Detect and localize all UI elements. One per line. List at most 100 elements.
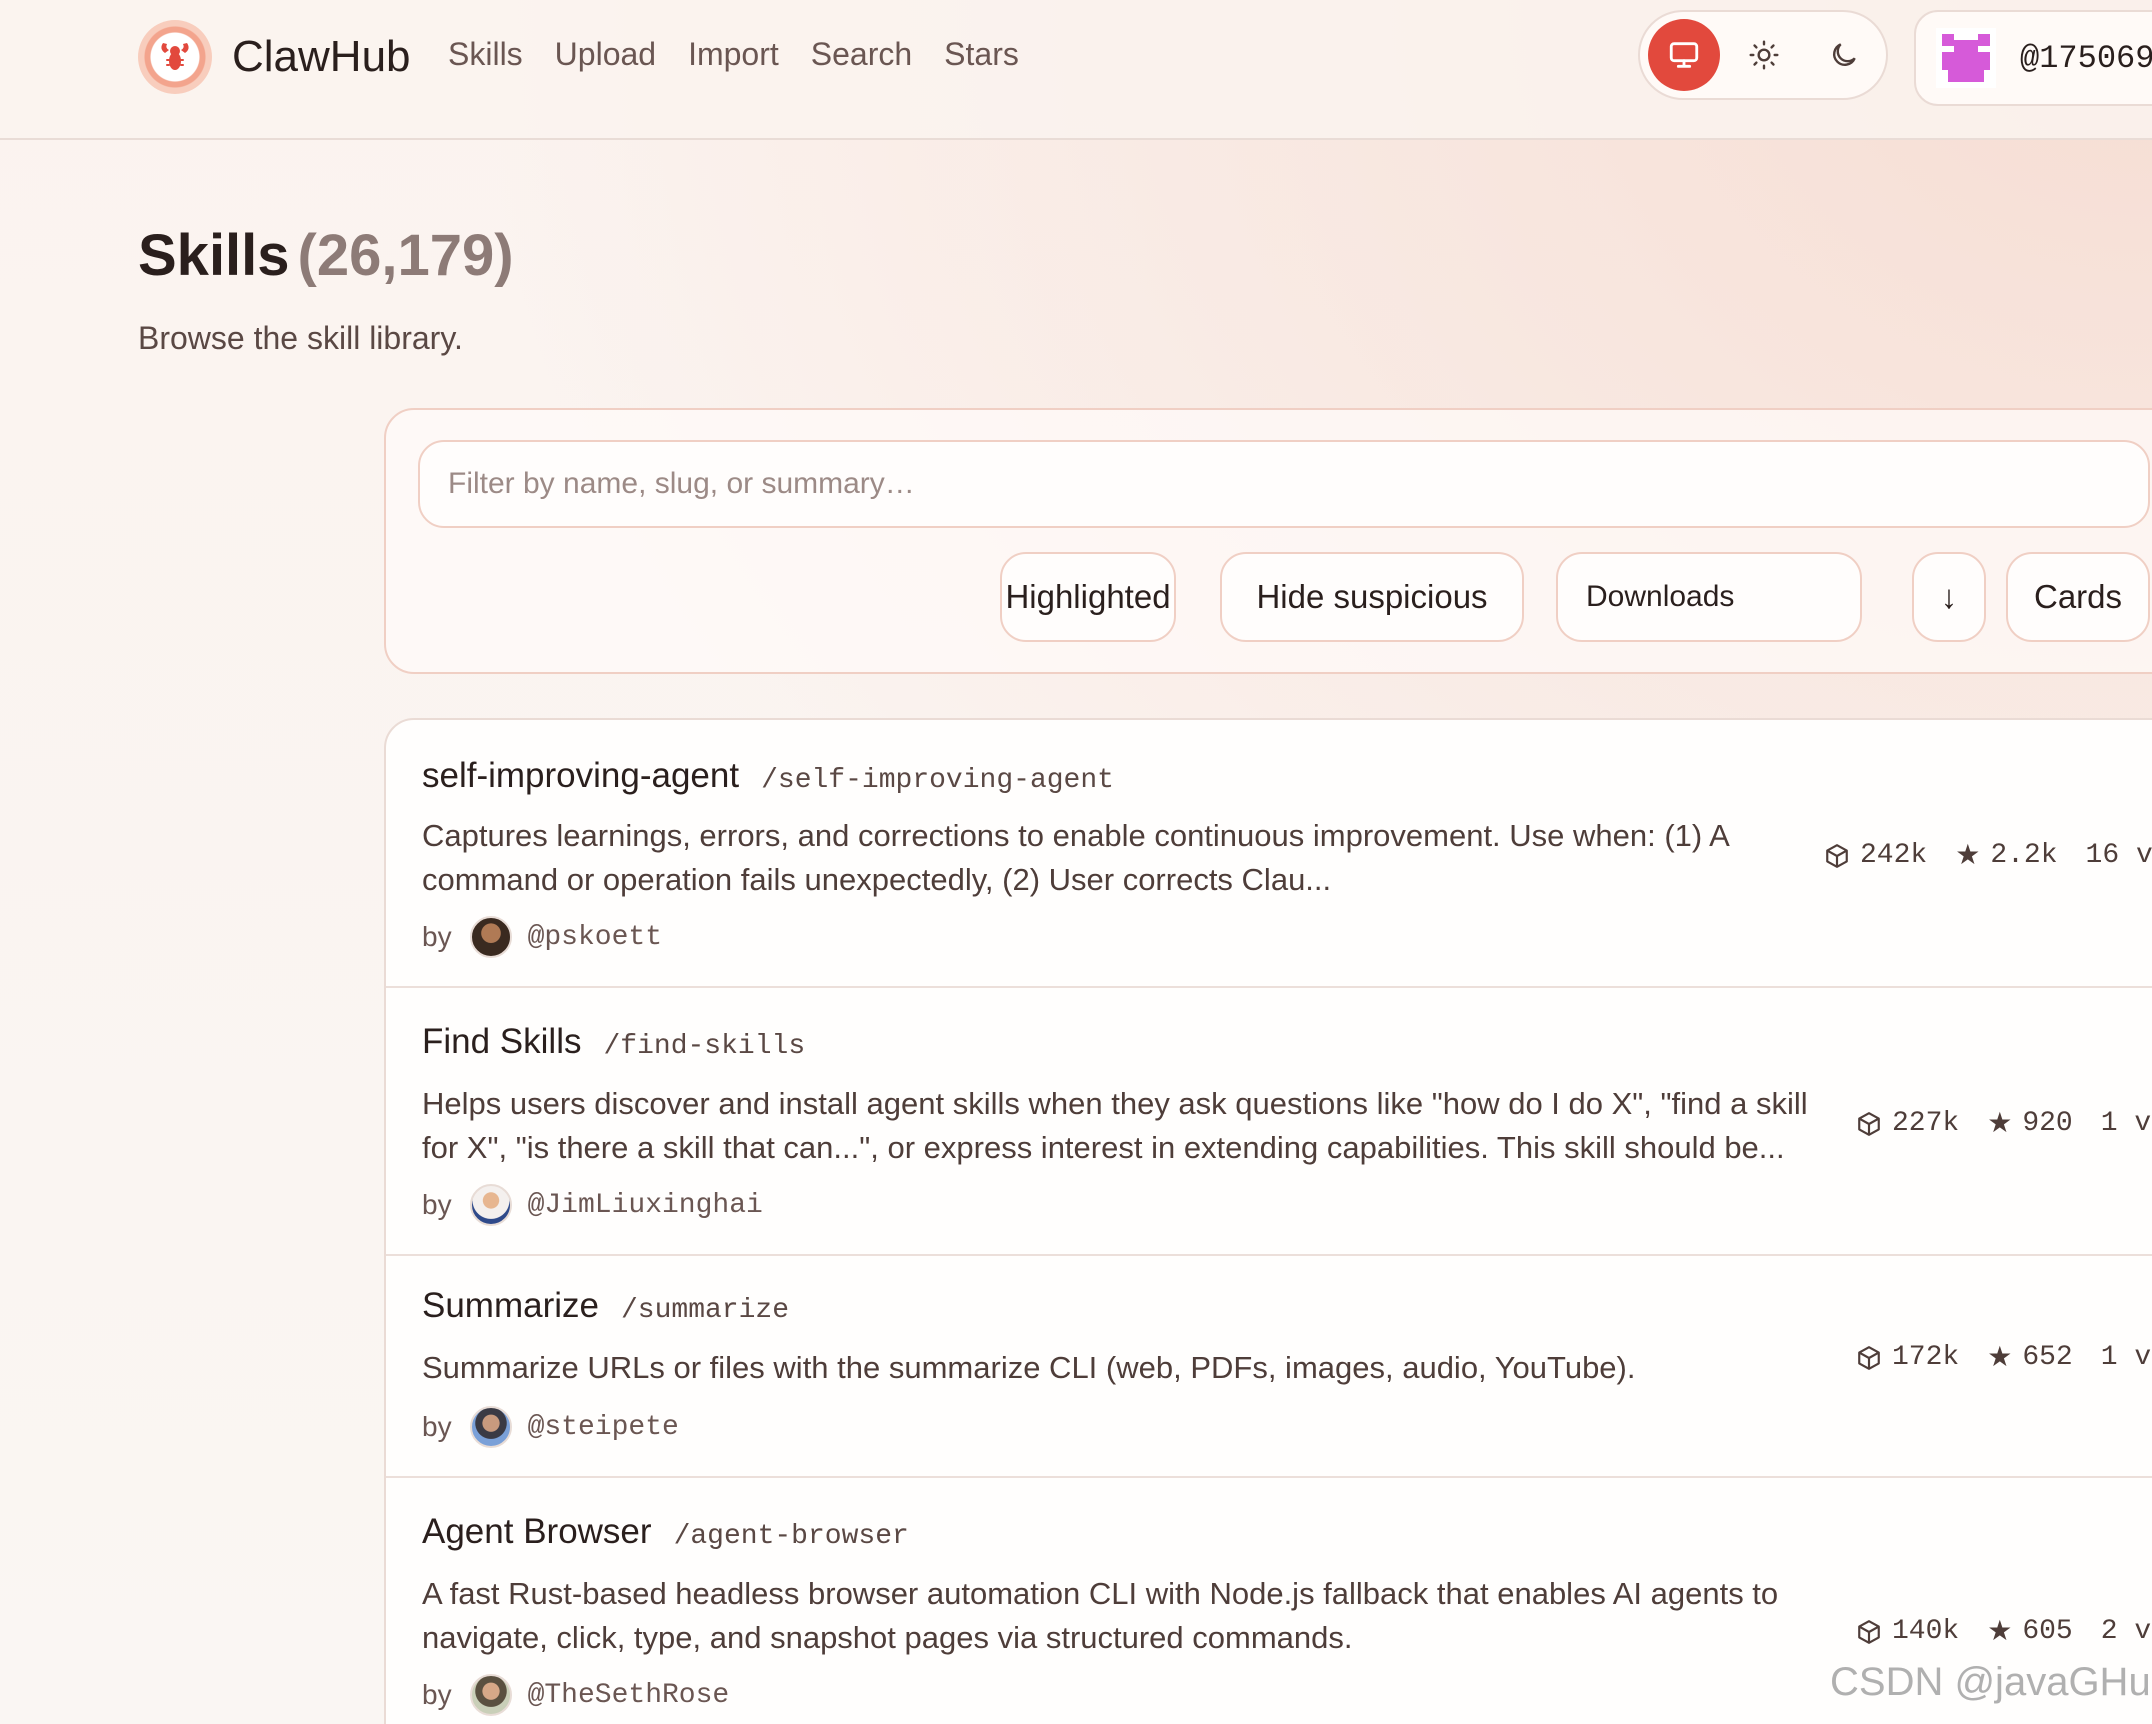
downloads-count: 242k bbox=[1860, 840, 1928, 871]
highlighted-toggle[interactable]: Highlighted bbox=[1000, 552, 1176, 642]
user-avatar bbox=[1936, 28, 1996, 88]
skill-stats: 227k ★ 920 1 v bbox=[1856, 1106, 2151, 1141]
skill-list: self-improving-agent/self-improving-agen… bbox=[384, 718, 2152, 1724]
star-icon: ★ bbox=[1955, 842, 1981, 873]
lobster-logo-icon bbox=[138, 20, 212, 94]
downloads-stat: 172k bbox=[1856, 1342, 1959, 1373]
skill-author: by @JimLiuxinghai bbox=[422, 1184, 763, 1226]
downloads-count: 172k bbox=[1892, 1342, 1960, 1373]
downloads-count: 140k bbox=[1892, 1616, 1960, 1647]
by-label: by bbox=[422, 1189, 452, 1220]
skill-title[interactable]: Find Skills/find-skills bbox=[422, 1022, 805, 1062]
skill-card[interactable]: self-improving-agent/self-improving-agen… bbox=[386, 720, 2152, 988]
author-handle[interactable]: @TheSethRose bbox=[528, 1680, 730, 1711]
author-handle[interactable]: @JimLiuxinghai bbox=[528, 1190, 763, 1221]
stars-count: 920 bbox=[2022, 1108, 2073, 1139]
downloads-stat: 242k bbox=[1824, 840, 1927, 871]
versions-stat: 1 v bbox=[2100, 1108, 2152, 1139]
stars-count: 652 bbox=[2022, 1342, 2073, 1373]
nav-skills[interactable]: Skills bbox=[448, 36, 523, 73]
stars-stat: ★ 2.2k bbox=[1955, 838, 2057, 873]
view-mode-button[interactable]: Cards bbox=[2006, 552, 2150, 642]
light-theme-button[interactable] bbox=[1728, 19, 1800, 91]
skill-slug: /agent-browser bbox=[673, 1521, 909, 1552]
dark-theme-button[interactable] bbox=[1808, 19, 1880, 91]
stars-stat: ★ 920 bbox=[1987, 1106, 2073, 1141]
moon-icon bbox=[1833, 43, 1856, 66]
skill-slug: /find-skills bbox=[603, 1031, 806, 1062]
author-avatar bbox=[469, 1674, 512, 1716]
skill-title[interactable]: self-improving-agent/self-improving-agen… bbox=[422, 756, 1114, 796]
downloads-stat: 227k bbox=[1856, 1108, 1959, 1139]
theme-switch bbox=[1638, 10, 1888, 100]
monitor-icon bbox=[1669, 42, 1699, 68]
stars-stat: ★ 652 bbox=[1987, 1340, 2073, 1375]
top-header: ClawHub Skills Upload Import Search Star… bbox=[0, 0, 2152, 140]
skill-slug: /summarize bbox=[620, 1295, 790, 1326]
skill-name: Summarize bbox=[422, 1286, 599, 1325]
nav-stars[interactable]: Stars bbox=[944, 36, 1019, 73]
versions-stat: 2 v bbox=[2100, 1616, 2152, 1647]
skill-author: by @TheSethRose bbox=[422, 1674, 729, 1716]
author-handle[interactable]: @steipete bbox=[528, 1412, 679, 1443]
skill-slug: /self-improving-agent bbox=[761, 765, 1114, 796]
skill-title[interactable]: Summarize/summarize bbox=[422, 1286, 789, 1326]
page-title: Skills (26,179) bbox=[138, 222, 514, 289]
downloads-count: 227k bbox=[1892, 1108, 1960, 1139]
author-avatar bbox=[469, 1184, 512, 1226]
nav-search[interactable]: Search bbox=[811, 36, 912, 73]
skill-name: self-improving-agent bbox=[422, 756, 740, 795]
package-icon bbox=[1858, 1111, 1880, 1136]
star-icon: ★ bbox=[1987, 1110, 2013, 1141]
skill-stats: 172k ★ 652 1 v bbox=[1856, 1340, 2151, 1375]
package-icon bbox=[1826, 843, 1848, 868]
by-label: by bbox=[422, 921, 452, 952]
brand[interactable]: ClawHub bbox=[138, 20, 411, 94]
skill-title[interactable]: Agent Browser/agent-browser bbox=[422, 1512, 909, 1552]
sort-direction-button[interactable]: ↓ bbox=[1912, 552, 1986, 642]
nav-import[interactable]: Import bbox=[688, 36, 779, 73]
page-subtitle: Browse the skill library. bbox=[138, 320, 463, 356]
nav-upload[interactable]: Upload bbox=[555, 36, 656, 73]
author-handle[interactable]: @pskoett bbox=[528, 922, 662, 953]
skill-summary: A fast Rust-based headless browser autom… bbox=[422, 1576, 1779, 1655]
package-icon bbox=[1858, 1619, 1880, 1644]
user-menu[interactable]: @175069 bbox=[1914, 10, 2152, 106]
skill-author: by @pskoett bbox=[422, 916, 662, 958]
main-nav: Skills Upload Import Search Stars bbox=[448, 36, 1019, 73]
system-theme-button[interactable] bbox=[1648, 19, 1720, 91]
skill-card[interactable]: Find Skills/find-skills Helps users disc… bbox=[386, 988, 2152, 1256]
skill-name: Agent Browser bbox=[422, 1512, 652, 1551]
skills-count: (26,179) bbox=[297, 223, 514, 288]
stars-stat: ★ 605 bbox=[1987, 1614, 2073, 1649]
star-icon: ★ bbox=[1987, 1344, 2013, 1375]
package-icon bbox=[1858, 1345, 1880, 1370]
skill-name: Find Skills bbox=[422, 1022, 582, 1061]
skill-stats: 242k ★ 2.2k 16 v bbox=[1824, 838, 2152, 873]
skill-summary: Captures learnings, errors, and correcti… bbox=[422, 818, 1729, 897]
versions-stat: 16 v bbox=[2085, 840, 2152, 871]
stars-count: 2.2k bbox=[1990, 840, 2058, 871]
skill-summary: Summarize URLs or files with the summari… bbox=[422, 1350, 1636, 1385]
skill-author: by @steipete bbox=[422, 1406, 679, 1448]
star-icon: ★ bbox=[1987, 1618, 2013, 1649]
watermark: CSDN @javaGHui bbox=[1830, 1660, 2152, 1704]
author-avatar bbox=[469, 1406, 512, 1448]
author-avatar bbox=[469, 916, 512, 958]
filter-panel: Highlighted Hide suspicious Downloads ↓ … bbox=[384, 408, 2152, 674]
search-input[interactable] bbox=[418, 440, 2150, 528]
downloads-stat: 140k bbox=[1856, 1616, 1959, 1647]
brand-name: ClawHub bbox=[232, 32, 411, 81]
sort-select[interactable]: Downloads bbox=[1556, 552, 1862, 642]
stars-count: 605 bbox=[2022, 1616, 2073, 1647]
skill-stats: 140k ★ 605 2 v bbox=[1856, 1614, 2151, 1649]
skill-card[interactable]: Summarize/summarize Summarize URLs or fi… bbox=[386, 1256, 2152, 1478]
skill-summary: Helps users discover and install agent s… bbox=[422, 1086, 1808, 1165]
by-label: by bbox=[422, 1411, 452, 1442]
sun-icon bbox=[1749, 40, 1779, 70]
by-label: by bbox=[422, 1679, 452, 1710]
versions-stat: 1 v bbox=[2100, 1342, 2152, 1373]
page-title-text: Skills bbox=[138, 223, 290, 288]
user-handle: @175069 bbox=[2020, 39, 2152, 77]
hide-suspicious-toggle[interactable]: Hide suspicious bbox=[1220, 552, 1524, 642]
